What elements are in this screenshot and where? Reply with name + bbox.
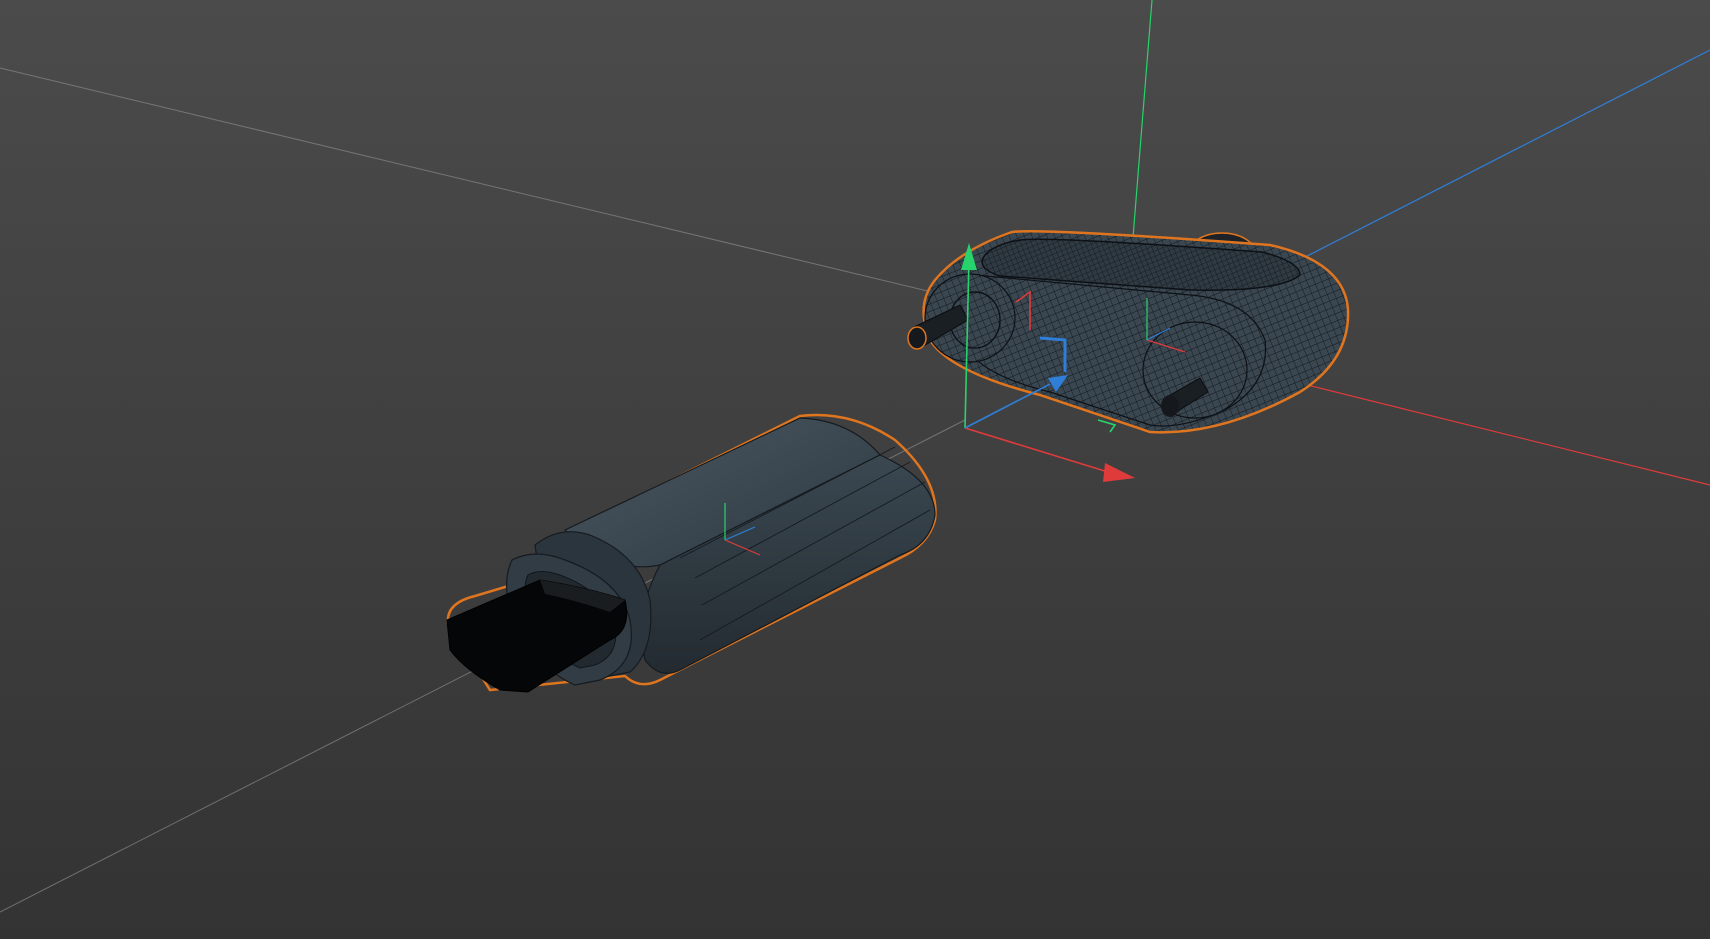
3d-viewport[interactable] [0, 0, 1710, 939]
left-screw-tip [907, 326, 927, 350]
housing-right-end [1142, 321, 1248, 419]
right-screw-tip [1161, 395, 1179, 417]
